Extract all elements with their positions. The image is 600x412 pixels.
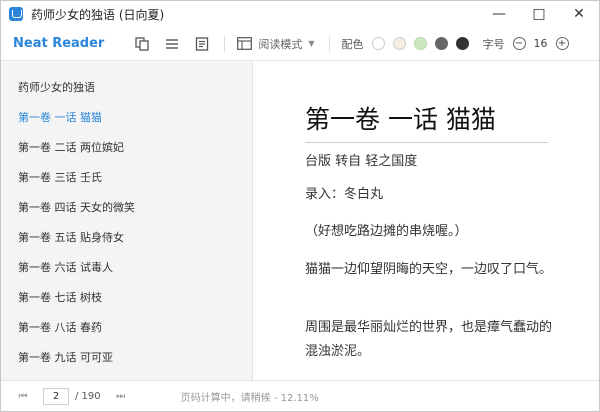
chevron-down-icon: ▼ [308, 39, 315, 48]
font-increase-button[interactable]: + [555, 37, 569, 50]
toc-item-active[interactable]: 第一卷 一话 猫猫 [18, 109, 102, 125]
reading-mode-label: 阅读模式 [258, 37, 303, 51]
page-number-input[interactable] [43, 387, 69, 405]
toc-sidebar: 药师少女的独语 第一卷 一话 猫猫 第一卷 二话 两位嫔妃 第一卷 三话 壬氏 … [1, 62, 253, 380]
color-swatch-gray[interactable] [434, 37, 448, 50]
toc-item[interactable]: 第一卷 九话 可可亚 [18, 349, 113, 365]
content-paragraph: 台版 转自 轻之国度 [305, 154, 418, 169]
color-scheme-label: 配色 [341, 37, 364, 51]
document-icon[interactable] [194, 36, 210, 52]
color-swatch-beige[interactable] [392, 37, 406, 50]
window-controls: — □ ✕ [479, 1, 599, 27]
content-paragraph: （好想吃路边摊的串烧喔。） [305, 224, 468, 239]
copy-icon[interactable] [134, 36, 150, 52]
color-swatch-green[interactable] [413, 37, 427, 50]
color-swatch-dark[interactable] [455, 37, 469, 50]
font-decrease-button[interactable]: − [512, 37, 526, 50]
content-paragraph: 猫猫一边仰望阴晦的天空，一边叹了口气。 [305, 262, 553, 277]
toc-item[interactable]: 第一卷 八话 春药 [18, 319, 102, 335]
maximize-button[interactable]: □ [519, 1, 559, 27]
window-title: 药师少女的独语 (日向夏) [31, 7, 165, 22]
font-size-label: 字号 [482, 37, 505, 51]
last-page-icon[interactable]: ⏭ [113, 388, 129, 404]
first-page-icon[interactable]: ⏮ [15, 388, 31, 404]
title-bar: 药师少女的独语 (日向夏) — □ ✕ [1, 1, 599, 27]
close-button[interactable]: ✕ [559, 1, 599, 27]
font-size-value: 16 [533, 37, 548, 50]
toolbar: Neat Reader 阅读模式 ▼ 配色 字号 − 16 + [1, 27, 599, 61]
content-paragraph: 周围是最华丽灿烂的世界，也是瘴气蠢动的混浊淤泥。 [305, 320, 553, 359]
toc-item[interactable]: 第一卷 三话 壬氏 [18, 169, 102, 185]
toc-item[interactable]: 第一卷 六话 试毒人 [18, 259, 113, 275]
toc-item[interactable]: 第一卷 五话 贴身侍女 [18, 229, 124, 245]
list-icon[interactable] [164, 36, 180, 52]
toolbar-divider [328, 35, 330, 52]
brand-label: Neat Reader [13, 36, 105, 51]
toc-item[interactable]: 第一卷 四话 天女的微笑 [18, 199, 135, 215]
color-swatch-white[interactable] [371, 37, 385, 50]
toolbar-divider [224, 35, 226, 52]
toc-item[interactable]: 药师少女的独语 [18, 79, 95, 95]
content-paragraph: 录入：冬白丸 [305, 187, 384, 202]
minimize-button[interactable]: — [479, 1, 519, 27]
status-message: 页码计算中，请稍候 - 12.11% [180, 392, 319, 404]
toc-item[interactable]: 第一卷 二话 两位嫔妃 [18, 139, 124, 155]
app-window: 药师少女的独语 (日向夏) — □ ✕ Neat Reader 阅读模式 ▼ 配… [0, 0, 600, 412]
layout-icon [237, 37, 253, 50]
app-logo-icon [9, 7, 23, 21]
status-bar: ⏮ / 190 ⏭ 页码计算中，请稍候 - 12.11% [1, 380, 599, 411]
chapter-title: 第一卷 一话 猫猫 [305, 100, 548, 143]
reading-mode-dropdown[interactable]: 阅读模式 ▼ [237, 36, 315, 52]
reading-pane: 第一卷 一话 猫猫 台版 转自 轻之国度 录入：冬白丸 （好想吃路边摊的串烧喔。… [254, 62, 599, 380]
page-total: / 190 [75, 390, 101, 402]
toc-item[interactable]: 第一卷 七话 树枝 [18, 289, 102, 305]
